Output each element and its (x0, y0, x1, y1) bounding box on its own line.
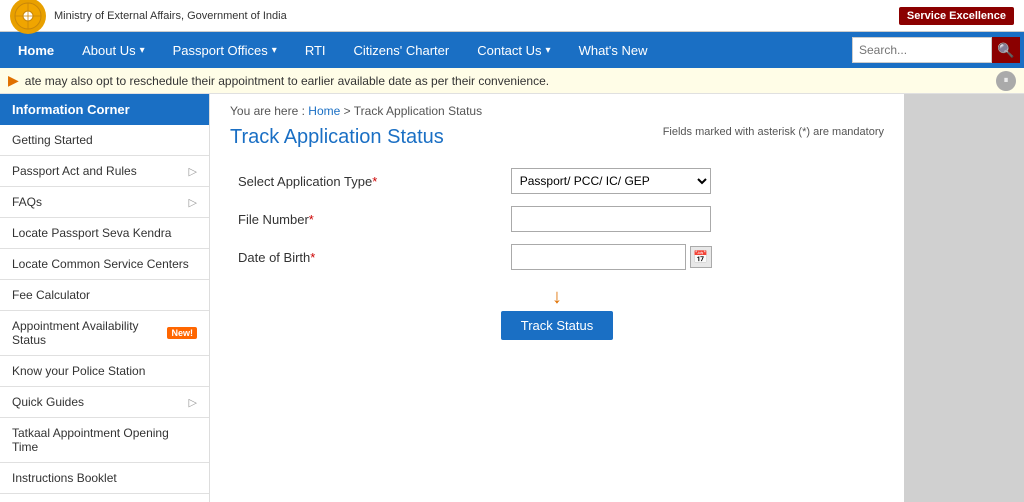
contact-caret-icon: ▾ (546, 45, 551, 56)
file-number-input[interactable] (511, 206, 711, 232)
search-input[interactable] (852, 37, 992, 63)
sidebar-section1-header: Information Corner (0, 94, 209, 125)
dob-input[interactable] (511, 244, 686, 270)
passport-act-arrow-icon: ▷ (189, 165, 197, 178)
main-navbar: Home About Us ▾ Passport Offices ▾ RTI C… (0, 32, 1024, 68)
breadcrumb: You are here : Home > Track Application … (230, 104, 884, 118)
file-number-label: File Number* (230, 200, 503, 238)
sidebar-item-instructions[interactable]: Instructions Booklet (0, 463, 209, 494)
passport-offices-caret-icon: ▾ (272, 45, 277, 56)
ticker-pause-button[interactable]: ⏸ (996, 71, 1016, 91)
track-status-button[interactable]: Track Status (501, 311, 613, 340)
nav-citizens-charter[interactable]: Citizens' Charter (340, 32, 464, 68)
nav-whats-new[interactable]: What's New (565, 32, 662, 68)
dob-row: Date of Birth* 📅 (230, 238, 884, 276)
nav-rti[interactable]: RTI (291, 32, 340, 68)
dob-wrapper: 📅 (511, 244, 876, 270)
sidebar-item-quick-guides[interactable]: Quick Guides ▷ (0, 387, 209, 418)
sidebar-item-all-india[interactable]: All India Network of Passport Services (0, 494, 209, 502)
sidebar-item-faqs[interactable]: FAQs ▷ (0, 187, 209, 218)
about-caret-icon: ▾ (140, 45, 145, 56)
sidebar: Information Corner Getting Started Passp… (0, 94, 210, 502)
search-area: 🔍 (852, 37, 1020, 63)
app-type-label: Select Application Type* (230, 162, 503, 200)
nav-passport-offices[interactable]: Passport Offices ▾ (159, 32, 291, 68)
nav-about[interactable]: About Us ▾ (68, 32, 159, 68)
logo-icon (10, 0, 46, 34)
main-layout: Information Corner Getting Started Passp… (0, 94, 1024, 502)
mandatory-note: Fields marked with asterisk (*) are mand… (663, 126, 884, 138)
search-button[interactable]: 🔍 (992, 37, 1020, 63)
ticker-bar: ▶ ate may also opt to reschedule their a… (0, 68, 1024, 94)
faqs-arrow-icon: ▷ (189, 196, 197, 209)
right-panel (904, 94, 1024, 502)
dob-label: Date of Birth* (230, 238, 503, 276)
page-title: Track Application Status (230, 126, 444, 149)
sidebar-item-tatkaal[interactable]: Tatkaal Appointment Opening Time (0, 418, 209, 463)
nav-home[interactable]: Home (4, 32, 68, 68)
track-form: Select Application Type* Passport/ PCC/ … (230, 162, 884, 276)
ticker-text: ate may also opt to reschedule their app… (25, 74, 996, 88)
sidebar-item-police-station[interactable]: Know your Police Station (0, 356, 209, 387)
sidebar-item-getting-started[interactable]: Getting Started (0, 125, 209, 156)
calendar-icon[interactable]: 📅 (690, 246, 712, 268)
sidebar-item-locate-csc[interactable]: Locate Common Service Centers (0, 249, 209, 280)
file-number-row: File Number* (230, 200, 884, 238)
quick-guides-arrow-icon: ▷ (189, 396, 197, 409)
app-type-row: Select Application Type* Passport/ PCC/ … (230, 162, 884, 200)
ticker-arrow-icon: ▶ (8, 72, 19, 89)
sidebar-item-fee-calculator[interactable]: Fee Calculator (0, 280, 209, 311)
down-arrow-icon: ↓ (230, 286, 884, 309)
new-badge: New! (167, 327, 197, 339)
nav-contact[interactable]: Contact Us ▾ (463, 32, 564, 68)
logo-area: Ministry of External Affairs, Government… (10, 0, 287, 34)
content-area: You are here : Home > Track Application … (210, 94, 904, 502)
app-type-select[interactable]: Passport/ PCC/ IC/ GEP Police Clearance … (511, 168, 711, 194)
track-btn-area: ↓ Track Status (230, 286, 884, 340)
sidebar-item-passport-act[interactable]: Passport Act and Rules ▷ (0, 156, 209, 187)
sidebar-item-locate-psk[interactable]: Locate Passport Seva Kendra (0, 218, 209, 249)
ministry-text: Ministry of External Affairs, Government… (54, 10, 287, 22)
breadcrumb-home-link[interactable]: Home (308, 104, 340, 118)
service-excellence-badge: Service Excellence (899, 7, 1014, 25)
sidebar-item-appointment-status[interactable]: Appointment Availability Status New! (0, 311, 209, 356)
top-header: Ministry of External Affairs, Government… (0, 0, 1024, 32)
